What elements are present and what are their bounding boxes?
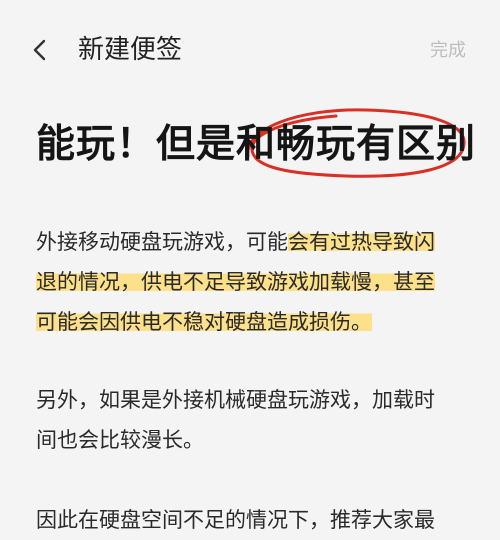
chevron-left-icon	[33, 39, 46, 61]
highlighted-text: 会有过热导致闪	[288, 230, 435, 254]
note-paragraph-2[interactable]: 另外，如果是外接机械硬盘玩游戏，加载时 间也会比较漫长。	[36, 380, 476, 460]
paragraph-line: 另外，如果是外接机械硬盘玩游戏，加载时	[36, 388, 435, 412]
plain-text: 外接移动硬盘玩游戏，可能	[36, 230, 288, 254]
note-paragraph-1[interactable]: 外接移动硬盘玩游戏，可能会有过热导致闪 退的情况，供电不足导致游戏加载慢，甚至 …	[36, 222, 476, 342]
note-headline[interactable]: 能玩！但是和畅玩有区别	[36, 118, 476, 172]
headline-circled-text: 和畅玩有区别	[236, 122, 477, 167]
paragraph-line: 可能会因供电不稳对硬盘造成损伤。	[36, 302, 476, 342]
highlighted-text: 可能会因供电不稳对硬盘造成损伤。	[36, 310, 372, 334]
paragraph-line: 间也会比较漫长。	[36, 428, 204, 452]
done-button[interactable]: 完成	[430, 38, 466, 64]
page-title: 新建便签	[78, 35, 183, 65]
note-paragraph-3[interactable]: 因此在硬盘空间不足的情况下，推荐大家最	[36, 500, 476, 540]
paragraph-line: 外接移动硬盘玩游戏，可能会有过热导致闪	[36, 222, 476, 262]
top-bar: 新建便签 完成	[0, 0, 500, 100]
paragraph-line: 退的情况，供电不足导致游戏加载慢，甚至	[36, 262, 476, 302]
paragraph-line: 因此在硬盘空间不足的情况下，推荐大家最	[36, 508, 435, 532]
highlighted-text: 退的情况，供电不足导致游戏加载慢，甚至	[36, 270, 435, 294]
headline-plain-text: 能玩！但是	[36, 122, 237, 167]
back-button[interactable]	[26, 30, 56, 70]
